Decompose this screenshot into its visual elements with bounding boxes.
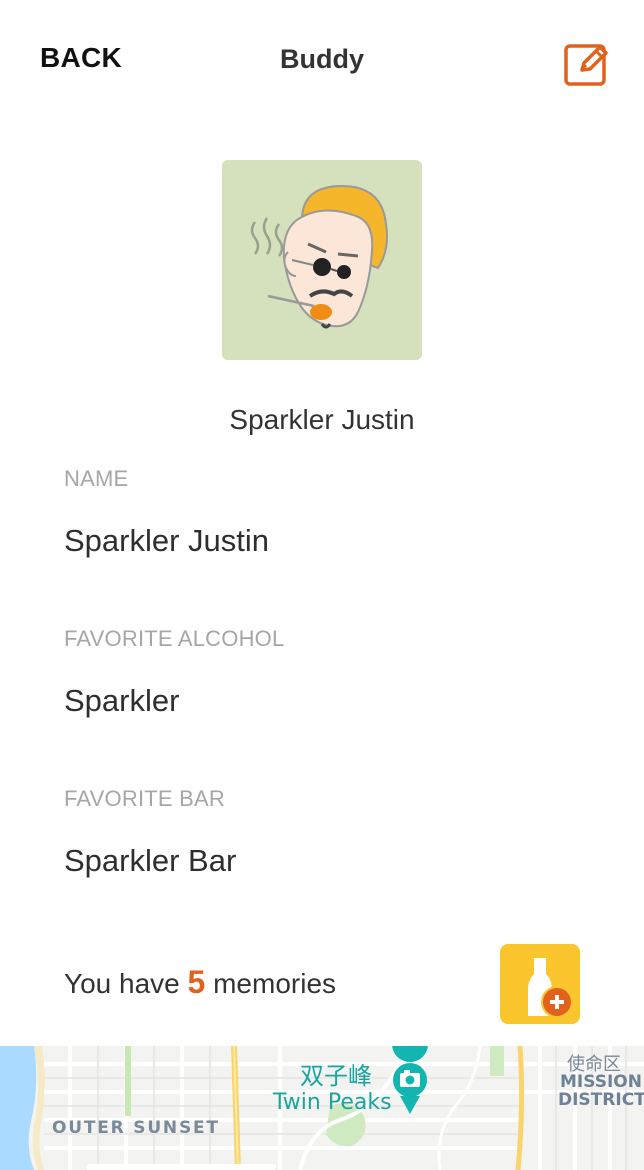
- buddy-avatar: [222, 160, 422, 360]
- favorite-bar-value: Sparkler Bar: [64, 843, 237, 878]
- map-district-line1: MISSION: [560, 1072, 642, 1092]
- name-label: NAME: [64, 466, 129, 491]
- favorite-bar-label: FAVORITE BAR: [64, 786, 225, 811]
- nav-bar: BACK Buddy: [0, 0, 644, 120]
- map-view[interactable]: 双子峰 Twin Peaks OUTER SUNSET 使命区 MISSION …: [0, 1046, 644, 1170]
- favorite-alcohol-label: FAVORITE ALCOHOL: [64, 626, 285, 651]
- favorite-alcohol-value: Sparkler: [64, 683, 180, 718]
- edit-pencil-icon[interactable]: [562, 40, 610, 88]
- map-district-line2: DISTRICT: [558, 1090, 644, 1110]
- map-poi-name-cn: 双子峰: [300, 1062, 372, 1090]
- map-area-outer-sunset: OUTER SUNSET: [52, 1118, 220, 1138]
- buddy-avatar-illustration-icon: [250, 184, 388, 329]
- memories-count: 5: [187, 964, 206, 1000]
- map-poi-name-en: Twin Peaks: [273, 1090, 392, 1115]
- memories-prefix: You have: [64, 968, 180, 999]
- name-value: Sparkler Justin: [64, 523, 270, 558]
- add-memory-bottle-icon: [528, 958, 573, 1018]
- memories-summary: You have 5 memories: [64, 964, 336, 1001]
- avatar-display-name: Sparkler Justin: [229, 404, 415, 435]
- camera-pin-icon[interactable]: [392, 1046, 428, 1114]
- add-memory-button[interactable]: [500, 944, 580, 1024]
- page-title: Buddy: [280, 44, 364, 74]
- memories-suffix: memories: [213, 968, 337, 999]
